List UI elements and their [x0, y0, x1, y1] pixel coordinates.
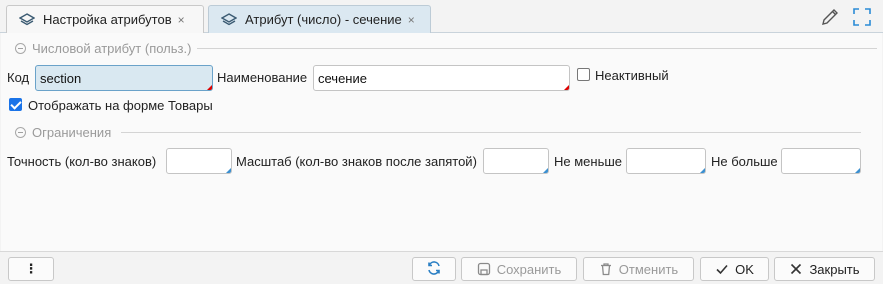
divider	[197, 48, 877, 49]
tab-label: Настройка атрибутов	[43, 12, 172, 27]
tab-attribute-settings[interactable]: Настройка атрибутов ×	[6, 5, 204, 33]
min-input[interactable]	[626, 148, 706, 174]
layers-icon	[220, 12, 238, 28]
check-icon	[716, 264, 728, 275]
fullscreen-icon[interactable]	[852, 7, 872, 27]
refresh-button[interactable]	[412, 257, 456, 281]
section-title: Ограничения	[32, 125, 112, 140]
save-button[interactable]: Сохранить	[461, 257, 577, 281]
corner-marker	[855, 168, 860, 173]
divider	[121, 132, 861, 133]
max-label: Не больше	[711, 154, 778, 169]
name-input[interactable]: сечение	[313, 65, 570, 91]
precision-label: Точность (кол-во знаков)	[7, 154, 157, 169]
inactive-label: Неактивный	[595, 68, 669, 83]
trash-icon	[600, 263, 611, 276]
code-label: Код	[7, 70, 30, 85]
show-on-form-label: Отображать на форме Товары	[28, 98, 213, 113]
tab-label: Атрибут (число) - сечение	[245, 12, 402, 27]
required-marker	[207, 85, 212, 90]
min-label: Не меньше	[554, 154, 623, 169]
precision-input[interactable]	[166, 148, 232, 174]
form-panel: Числовой атрибут (польз.) Код section На…	[1, 33, 882, 251]
layers-icon	[18, 12, 36, 28]
corner-marker	[226, 168, 231, 173]
bottom-toolbar: ⋮ Сохранить Отменить OK Закрыть	[0, 251, 883, 284]
required-marker	[564, 85, 569, 90]
collapse-icon[interactable]	[15, 127, 26, 138]
tab-bar: Настройка атрибутов × Атрибут (число) - …	[0, 0, 883, 33]
max-input[interactable]	[781, 148, 861, 174]
scale-label: Масштаб (кол-во знаков после запятой)	[236, 154, 477, 169]
section-title: Числовой атрибут (польз.)	[32, 41, 192, 56]
x-icon	[791, 263, 802, 275]
more-button[interactable]: ⋮	[8, 257, 54, 281]
code-value: section	[40, 70, 82, 86]
inactive-checkbox[interactable]	[577, 68, 590, 81]
close-icon[interactable]: ×	[408, 13, 415, 27]
cancel-label: Отменить	[618, 261, 679, 277]
corner-marker	[543, 168, 548, 173]
code-input[interactable]: section	[35, 65, 213, 91]
show-on-form-checkbox[interactable]	[9, 98, 22, 111]
tab-attribute-number[interactable]: Атрибут (число) - сечение ×	[208, 5, 431, 33]
name-value: сечение	[318, 70, 367, 86]
more-icon: ⋮	[24, 261, 38, 276]
ok-button[interactable]: OK	[700, 257, 769, 281]
section-numeric-attribute[interactable]: Числовой атрибут (польз.)	[15, 41, 191, 56]
corner-marker	[700, 168, 705, 173]
section-limits[interactable]: Ограничения	[15, 125, 111, 140]
scale-input[interactable]	[483, 148, 549, 174]
close-icon[interactable]: ×	[178, 13, 185, 27]
name-label: Наименование	[217, 70, 308, 85]
save-icon	[477, 262, 490, 276]
collapse-icon[interactable]	[15, 43, 26, 54]
close-button[interactable]: Закрыть	[774, 257, 875, 281]
pencil-icon[interactable]	[820, 7, 840, 27]
close-label: Закрыть	[809, 261, 860, 277]
save-label: Сохранить	[496, 261, 562, 277]
refresh-icon	[426, 260, 442, 279]
ok-label: OK	[735, 261, 754, 277]
cancel-button[interactable]: Отменить	[583, 257, 694, 281]
